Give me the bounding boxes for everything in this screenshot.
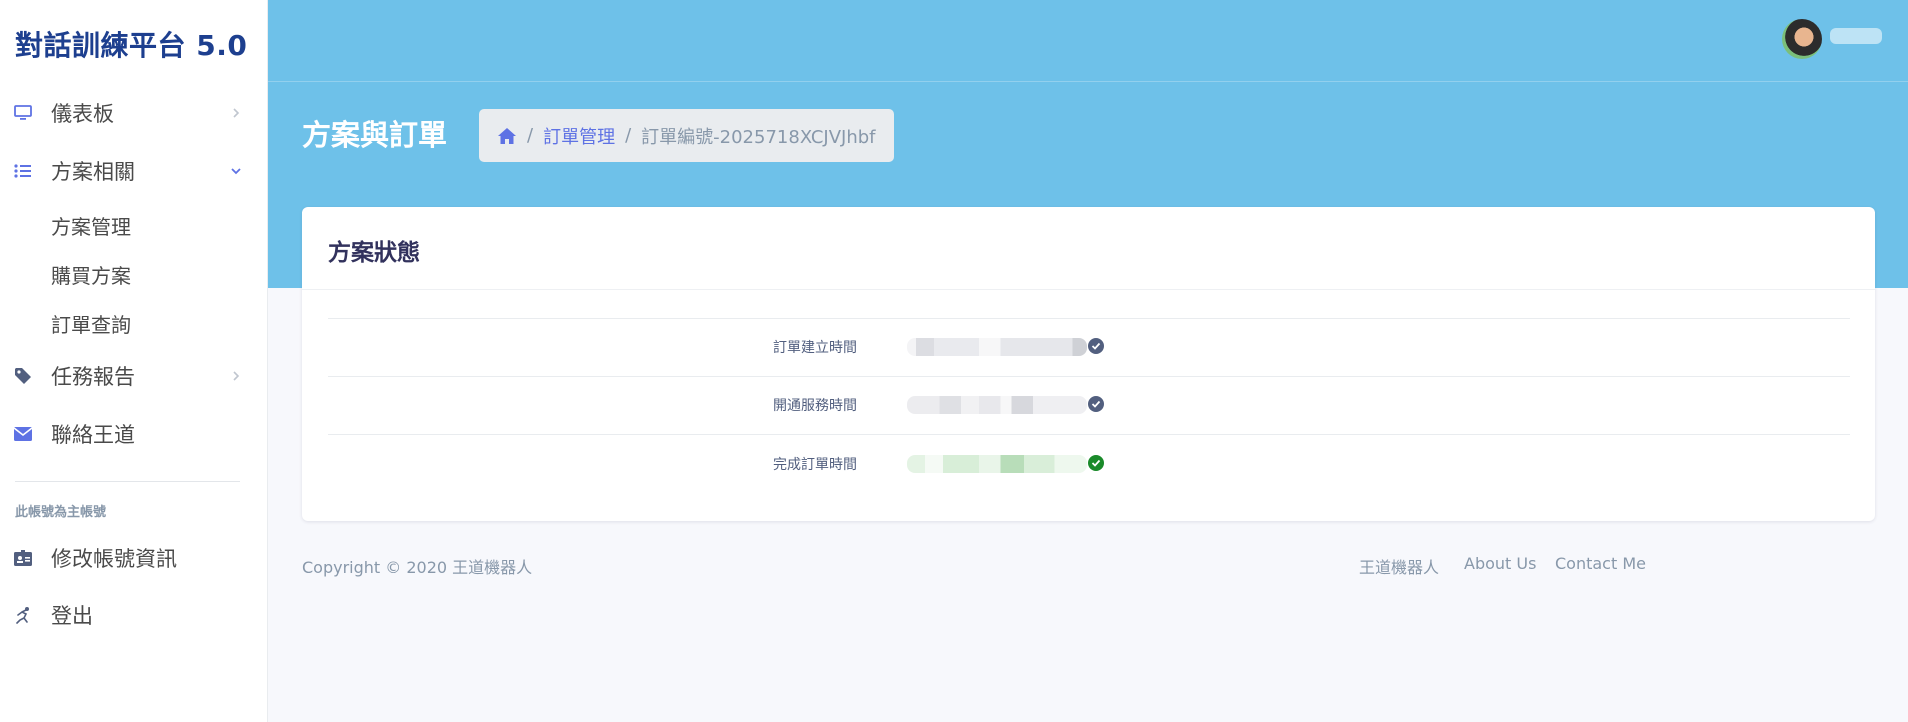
avatar[interactable] bbox=[1782, 19, 1822, 59]
sidebar-subitem-order-query[interactable]: 訂單查詢 bbox=[51, 309, 131, 338]
sidebar-item-dashboard[interactable]: 儀表板 bbox=[0, 93, 268, 133]
footer-copyright: Copyright © 2020 王道機器人 bbox=[302, 558, 533, 577]
running-icon bbox=[14, 606, 32, 624]
sidebar: 對話訓練平台 5.0 儀表板 方案相關 方案管理 購買方案 訂單查詢 任務報告 bbox=[0, 0, 268, 722]
sidebar-item-task-report[interactable]: 任務報告 bbox=[0, 356, 268, 396]
breadcrumb-order-management[interactable]: 訂單管理 bbox=[543, 123, 615, 149]
chevron-right-icon bbox=[230, 107, 242, 119]
sidebar-item-label: 修改帳號資訊 bbox=[51, 547, 177, 571]
id-card-icon bbox=[14, 549, 32, 567]
row-label-service-activated: 開通服務時間 bbox=[773, 398, 857, 414]
chevron-right-icon bbox=[230, 370, 242, 382]
sidebar-subitem-buy-plan[interactable]: 購買方案 bbox=[51, 260, 131, 289]
breadcrumb-current-order: 訂單編號-2025718XCJVJhbf bbox=[641, 126, 876, 148]
row-value-redacted bbox=[907, 455, 1087, 473]
page-title: 方案與訂單 bbox=[302, 118, 448, 152]
sidebar-subitem-plan-management[interactable]: 方案管理 bbox=[51, 211, 131, 240]
tag-icon bbox=[14, 367, 32, 385]
sidebar-divider bbox=[15, 481, 240, 482]
breadcrumb-separator: / bbox=[625, 125, 632, 146]
sidebar-item-contact[interactable]: 聯絡王道 bbox=[0, 414, 268, 454]
check-circle-icon bbox=[1088, 338, 1104, 354]
sidebar-item-plans[interactable]: 方案相關 bbox=[0, 151, 268, 191]
card-title: 方案狀態 bbox=[328, 240, 420, 266]
row-divider bbox=[328, 434, 1850, 435]
envelope-icon bbox=[14, 425, 32, 443]
check-circle-icon bbox=[1088, 396, 1104, 412]
sidebar-item-logout[interactable]: 登出 bbox=[0, 595, 268, 635]
plan-status-card: 方案狀態 訂單建立時間 開通服務時間 完成訂單時間 bbox=[302, 207, 1875, 521]
breadcrumb-separator: / bbox=[527, 125, 534, 146]
list-icon bbox=[14, 162, 32, 180]
chevron-down-icon bbox=[230, 165, 242, 177]
row-value-redacted bbox=[907, 338, 1087, 356]
sidebar-item-label: 任務報告 bbox=[51, 365, 135, 389]
user-name-redacted[interactable] bbox=[1830, 28, 1882, 44]
account-section-heading: 此帳號為主帳號 bbox=[15, 505, 107, 520]
sidebar-item-label: 儀表板 bbox=[51, 102, 114, 126]
sidebar-item-edit-account[interactable]: 修改帳號資訊 bbox=[0, 538, 268, 578]
row-divider bbox=[328, 318, 1850, 319]
row-label-order-created: 訂單建立時間 bbox=[773, 340, 857, 356]
sidebar-item-label: 登出 bbox=[51, 604, 93, 628]
footer-link-company[interactable]: 王道機器人 bbox=[1359, 554, 1439, 578]
sidebar-item-label: 聯絡王道 bbox=[51, 423, 135, 447]
home-icon[interactable] bbox=[497, 127, 517, 145]
monitor-icon bbox=[14, 104, 32, 122]
row-value-redacted bbox=[907, 396, 1087, 414]
row-divider bbox=[328, 376, 1850, 377]
card-header: 方案狀態 bbox=[302, 207, 1875, 290]
top-navbar bbox=[268, 0, 1908, 82]
sidebar-item-label: 方案相關 bbox=[51, 160, 135, 184]
footer-link-contact[interactable]: Contact Me bbox=[1555, 554, 1646, 573]
footer-link-about[interactable]: About Us bbox=[1464, 554, 1536, 573]
check-circle-icon bbox=[1088, 455, 1104, 471]
breadcrumb: / 訂單管理 / 訂單編號-2025718XCJVJhbf bbox=[479, 109, 894, 162]
row-label-order-completed: 完成訂單時間 bbox=[773, 457, 857, 473]
brand-title[interactable]: 對話訓練平台 5.0 bbox=[15, 24, 247, 64]
